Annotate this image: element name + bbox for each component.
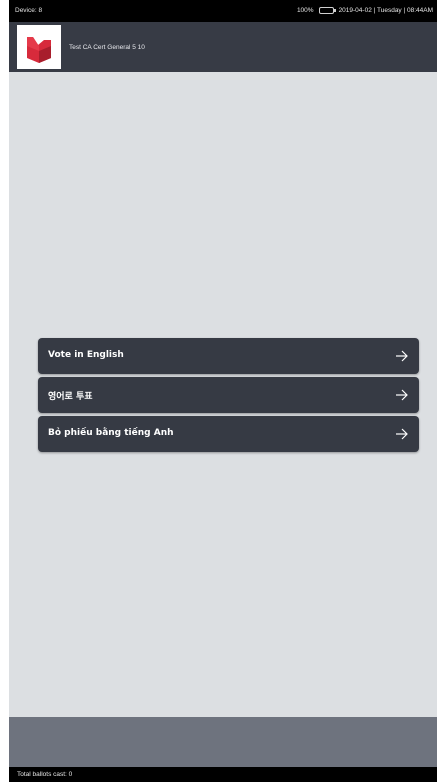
app-frame: Device: 8 100% 2019-04-02 | Tuesday | 08… <box>9 0 437 782</box>
vote-english-button[interactable]: Vote in English <box>38 338 419 374</box>
button-label: Vote in English <box>48 350 124 360</box>
device-label: Device: 8 <box>15 7 43 14</box>
battery-percent: 100% <box>296 7 314 14</box>
election-title: Test CA Cert General 5 10 <box>69 44 145 51</box>
status-right: 100% 2019-04-02 | Tuesday | 08:44AM <box>297 7 433 14</box>
ballot-box-logo-icon <box>17 25 61 69</box>
app-header: Test CA Cert General 5 10 <box>9 22 437 72</box>
arrow-right-icon <box>396 389 408 401</box>
total-ballots-label: Total ballots cast: 0 <box>17 771 73 778</box>
footer-band <box>9 717 437 767</box>
datetime-label: 2019-04-02 | Tuesday | 08:44AM <box>338 7 433 14</box>
bottom-status-bar: Total ballots cast: 0 <box>9 767 437 782</box>
language-selection: Vote in English 영어로 투표 Bỏ phiếu bằng tiế… <box>38 338 419 455</box>
vote-korean-button[interactable]: 영어로 투표 <box>38 377 419 413</box>
arrow-right-icon <box>396 428 408 440</box>
button-label: Bỏ phiếu bằng tiếng Anh <box>48 428 174 438</box>
status-bar: Device: 8 100% 2019-04-02 | Tuesday | 08… <box>9 0 437 22</box>
arrow-right-icon <box>396 350 408 362</box>
button-label: 영어로 투표 <box>48 392 93 402</box>
vote-vietnamese-button[interactable]: Bỏ phiếu bằng tiếng Anh <box>38 416 419 452</box>
battery-icon <box>318 7 336 14</box>
